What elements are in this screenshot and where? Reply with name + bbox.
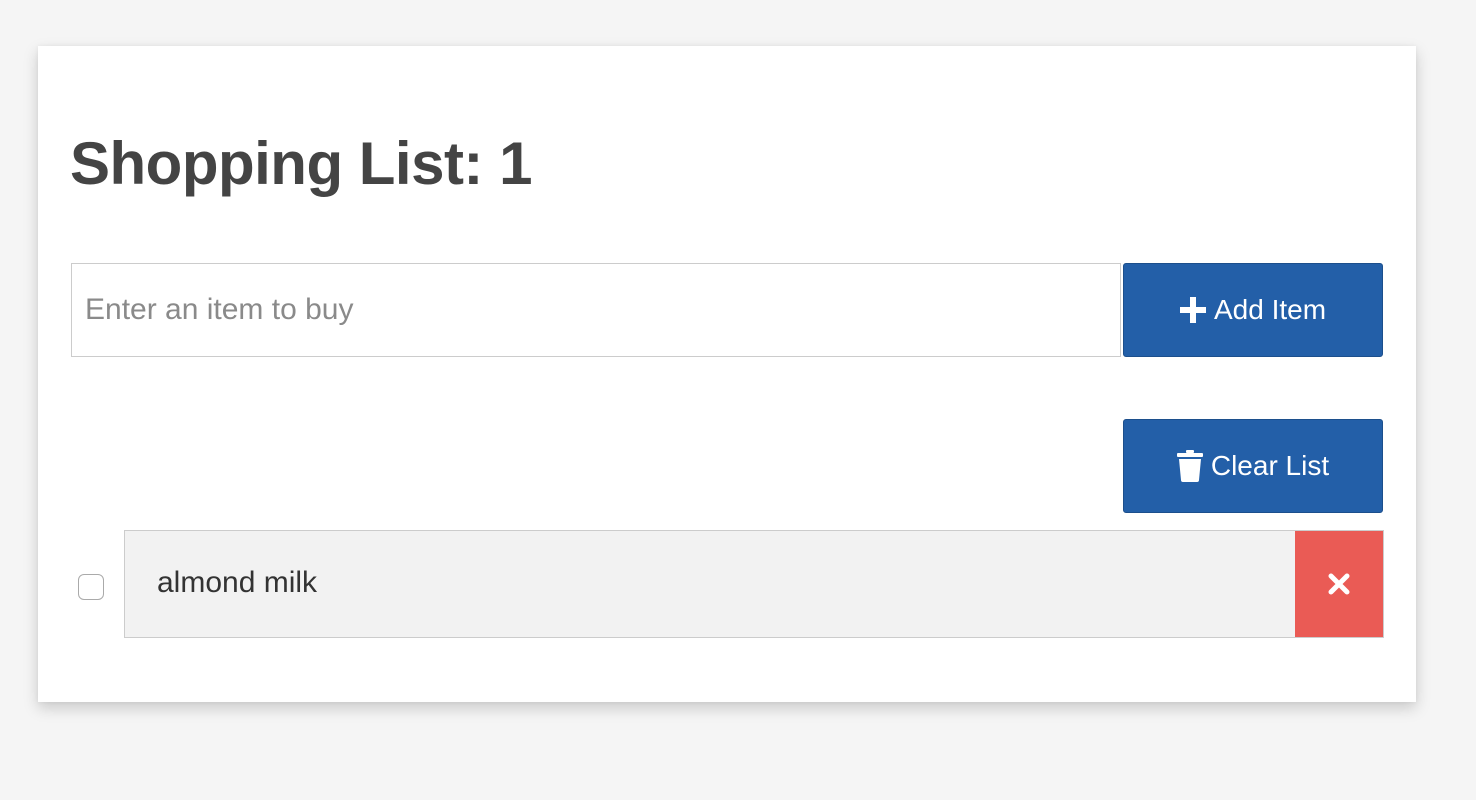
plus-icon: [1179, 297, 1206, 323]
item-input[interactable]: [71, 263, 1121, 357]
item-box: almond milk: [124, 530, 1384, 638]
list-item: almond milk: [78, 530, 1384, 638]
shopping-list-card: Shopping List: 1 Add Item Clear List: [38, 46, 1416, 702]
add-item-button[interactable]: Add Item: [1123, 263, 1383, 357]
add-item-label: Add Item: [1213, 294, 1327, 325]
clear-list-button[interactable]: Clear List: [1123, 419, 1383, 513]
add-item-form: Add Item: [71, 263, 1383, 357]
clear-list-label: Clear List: [1210, 450, 1330, 481]
close-icon: [1328, 573, 1350, 595]
item-label: almond milk: [157, 566, 318, 599]
remove-item-button[interactable]: [1295, 531, 1383, 637]
trash-icon: [1176, 450, 1203, 482]
page-title: Shopping List: 1: [70, 130, 532, 197]
item-checkbox[interactable]: [78, 574, 104, 600]
